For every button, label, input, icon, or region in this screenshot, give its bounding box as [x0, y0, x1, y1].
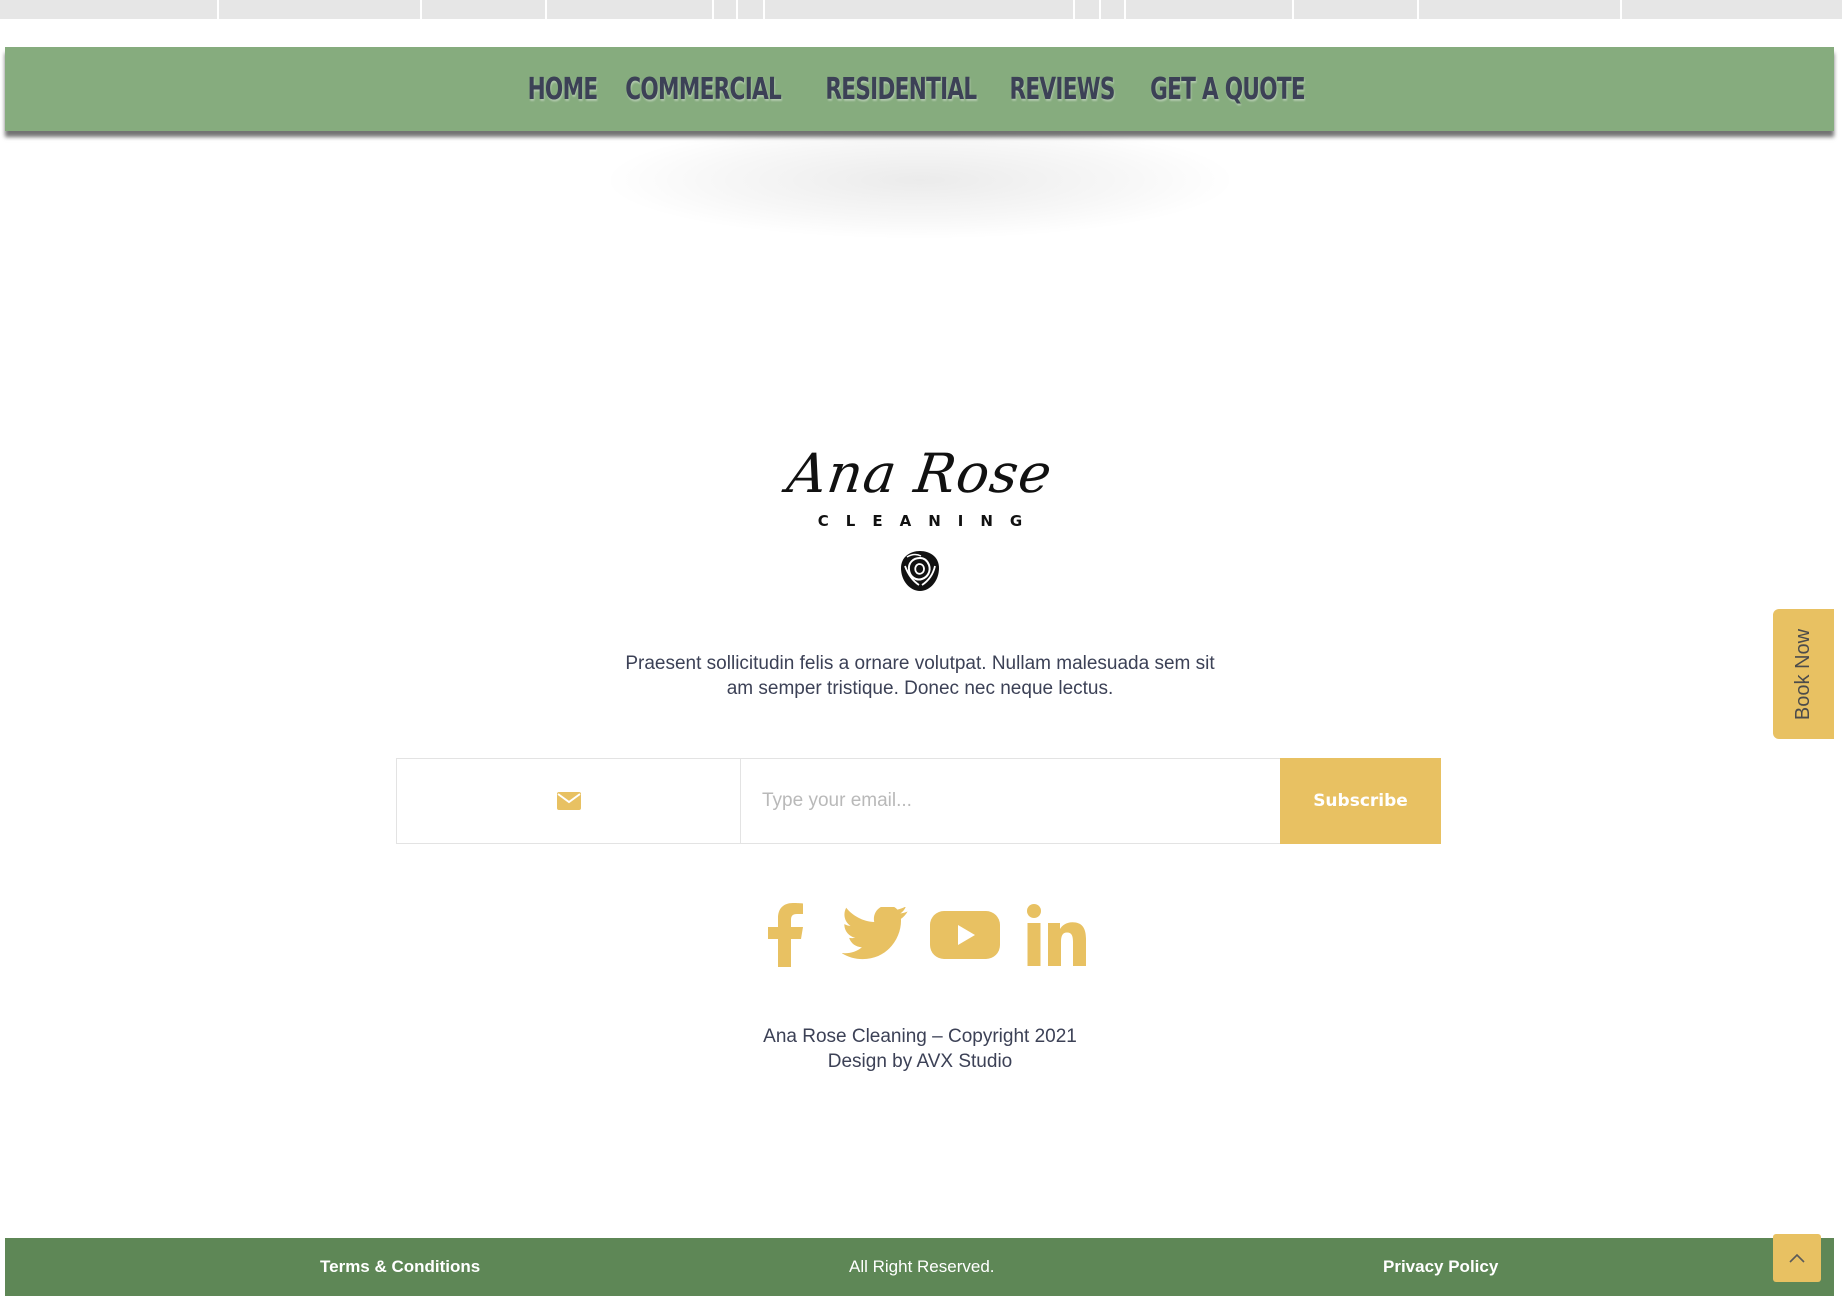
- main-navbar: HOME COMMERCIAL RESIDENTIAL REVIEWS GET …: [5, 47, 1834, 131]
- youtube-icon: [930, 911, 1000, 959]
- design-credit: Design by AVX Studio: [827, 1051, 1013, 1072]
- logo-subtitle: CLEANING: [817, 512, 1040, 530]
- strip-divider: [736, 0, 738, 19]
- strip-divider: [1124, 0, 1126, 19]
- nav-shadow: [600, 120, 1240, 240]
- subscribe-form: Subscribe: [396, 758, 1441, 844]
- book-now-tab[interactable]: Book Now: [1773, 609, 1834, 739]
- nav-residential[interactable]: RESIDENTIAL: [825, 72, 977, 107]
- strip-divider: [1620, 0, 1622, 19]
- strip-divider: [1417, 0, 1419, 19]
- nav-reviews[interactable]: REVIEWS: [1010, 72, 1116, 107]
- copyright-line: Ana Rose Cleaning – Copyright 2021: [763, 1026, 1077, 1047]
- email-input[interactable]: [742, 759, 1281, 843]
- youtube-link[interactable]: [928, 900, 1002, 970]
- twitter-link[interactable]: [838, 900, 914, 970]
- facebook-icon: [768, 903, 803, 967]
- back-to-top-button[interactable]: [1773, 1234, 1821, 1282]
- strip-divider: [712, 0, 714, 19]
- strip-divider: [763, 0, 765, 19]
- copyright: Ana Rose Cleaning – Copyright 2021 Desig…: [620, 1024, 1220, 1074]
- main-nav: HOME COMMERCIAL RESIDENTIAL REVIEWS GET …: [5, 47, 1834, 131]
- book-now-label: Book Now: [1792, 628, 1814, 720]
- twitter-icon: [842, 907, 908, 960]
- nav-commercial[interactable]: COMMERCIAL: [626, 72, 782, 107]
- nav-get-a-quote[interactable]: GET A QUOTE: [1150, 72, 1306, 107]
- rights-text: All Right Reserved.: [849, 1257, 995, 1276]
- linkedin-link[interactable]: [1024, 900, 1088, 970]
- description-line-1: Praesent sollicitudin felis a ornare vol…: [625, 653, 1215, 674]
- linkedin-icon: [1027, 904, 1086, 966]
- top-strip: [0, 0, 1842, 19]
- strip-divider: [217, 0, 219, 19]
- envelope-icon: [556, 792, 581, 810]
- description-line-2: am semper tristique. Donec nec neque lec…: [726, 678, 1114, 699]
- nav-home[interactable]: HOME: [528, 72, 599, 107]
- privacy-link[interactable]: Privacy Policy: [1383, 1238, 1498, 1296]
- strip-divider: [545, 0, 547, 19]
- subscribe-icon-box: [397, 759, 741, 843]
- subscribe-button[interactable]: Subscribe: [1280, 758, 1441, 844]
- strip-divider: [1099, 0, 1101, 19]
- strip-divider: [1292, 0, 1294, 19]
- footer-description: Praesent sollicitudin felis a ornare vol…: [560, 651, 1280, 701]
- terms-link[interactable]: Terms & Conditions: [320, 1238, 480, 1296]
- logo-script-text: Ana Rose: [783, 442, 1057, 505]
- chevron-up-icon: [1789, 1253, 1805, 1263]
- strip-divider: [420, 0, 422, 19]
- footer-bar: Terms & Conditions All Right Reserved. P…: [5, 1238, 1834, 1296]
- facebook-link[interactable]: [758, 900, 812, 970]
- rose-icon: [901, 551, 939, 591]
- strip-divider: [1073, 0, 1075, 19]
